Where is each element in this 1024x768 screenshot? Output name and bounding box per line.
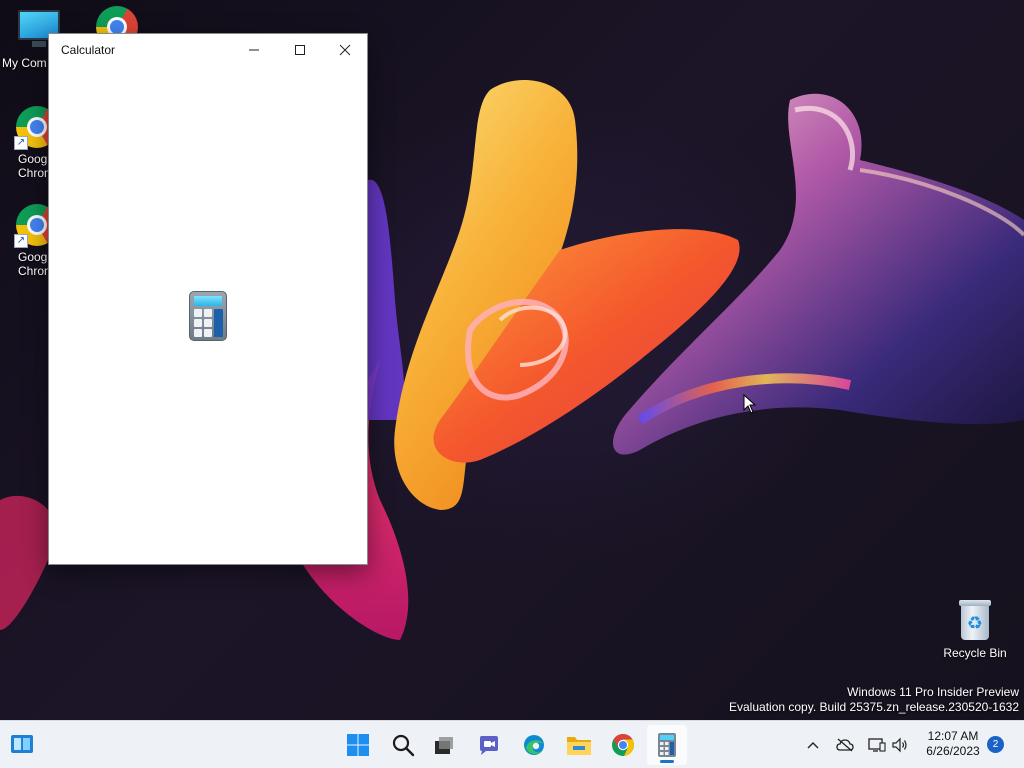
- edge-icon: [524, 735, 544, 755]
- search-icon: [392, 734, 415, 757]
- cloud-offline-icon: [836, 738, 854, 752]
- folder-icon: [567, 737, 591, 755]
- desktop-icon-label: Recycle Bin: [943, 646, 1007, 660]
- close-button[interactable]: [322, 34, 368, 65]
- windows-logo-icon: [347, 734, 369, 756]
- chat-button[interactable]: [469, 725, 509, 765]
- network-icon: [868, 738, 886, 752]
- file-explorer-button[interactable]: [559, 725, 599, 765]
- calculator-icon: [189, 291, 227, 341]
- chrome-icon: [612, 734, 635, 756]
- minimize-button[interactable]: [231, 34, 277, 65]
- clock-time: 12:07 AM: [927, 729, 979, 743]
- window-title: Calculator: [61, 42, 116, 57]
- task-view-button[interactable]: [424, 725, 464, 765]
- desktop-icon-recycle-bin[interactable]: ♻ Recycle Bin: [938, 598, 1012, 660]
- watermark-build: Evaluation copy. Build 25375.zn_release.…: [729, 700, 1019, 714]
- notification-badge[interactable]: 2: [987, 736, 1004, 753]
- shortcut-arrow-icon: ↗: [14, 136, 28, 150]
- active-indicator: [660, 760, 674, 763]
- clock-date: 6/26/2023: [926, 744, 980, 758]
- task-view-icon: [435, 737, 453, 754]
- calculator-icon: [658, 733, 676, 757]
- start-button[interactable]: [338, 725, 378, 765]
- maximize-icon: [295, 44, 305, 55]
- taskbar: 12:07 AM 6/26/2023 2: [0, 720, 1024, 768]
- edge-button[interactable]: [514, 725, 554, 765]
- widgets-icon: [11, 735, 33, 753]
- chrome-taskbar-button[interactable]: [603, 725, 643, 765]
- calculator-taskbar-button[interactable]: [647, 725, 687, 765]
- close-icon: [339, 44, 351, 55]
- onedrive-button[interactable]: [834, 734, 856, 756]
- search-button[interactable]: [383, 725, 423, 765]
- windows-watermark: Windows 11 Pro Insider Preview Evaluatio…: [729, 685, 1019, 715]
- mouse-cursor-icon: [743, 394, 757, 414]
- show-hidden-icons-button[interactable]: [802, 734, 824, 756]
- network-button[interactable]: [866, 734, 888, 756]
- volume-button[interactable]: [889, 734, 911, 756]
- taskbar-clock[interactable]: 12:07 AM 6/26/2023: [918, 729, 988, 759]
- minimize-icon: [249, 49, 259, 50]
- widgets-button[interactable]: [10, 733, 34, 755]
- calculator-window[interactable]: Calculator: [48, 33, 368, 565]
- chevron-up-icon: [807, 742, 819, 749]
- watermark-edition: Windows 11 Pro Insider Preview: [847, 685, 1019, 699]
- chat-icon: [480, 736, 498, 755]
- shortcut-arrow-icon: ↗: [14, 234, 28, 248]
- window-titlebar[interactable]: Calculator: [49, 34, 367, 65]
- maximize-button[interactable]: [277, 34, 323, 65]
- volume-icon: [892, 737, 907, 753]
- recycle-bin-icon: ♻: [952, 598, 998, 644]
